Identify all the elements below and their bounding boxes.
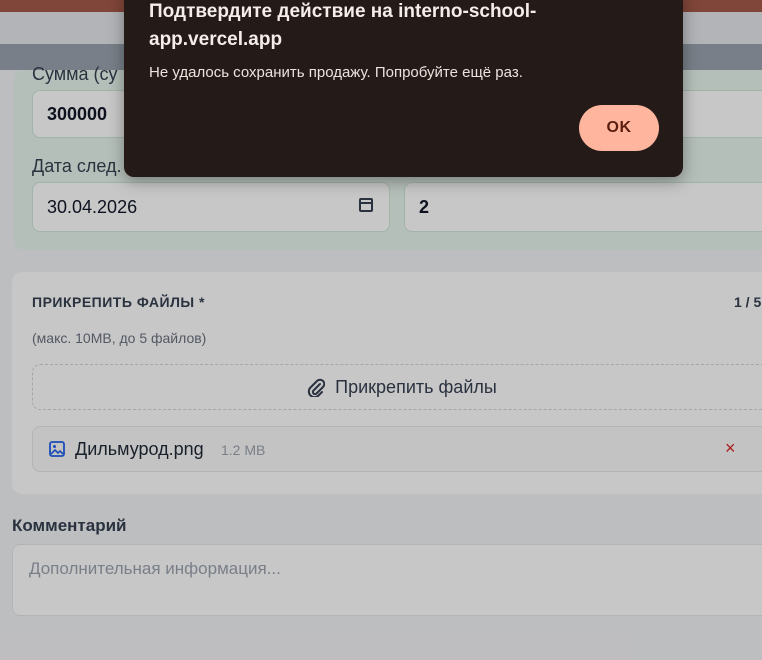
ok-button[interactable]: OK [579,105,659,151]
confirm-dialog: Подтвердите действие на interno-school-a… [124,0,683,177]
dialog-message: Не удалось сохранить продажу. Попробуйте… [149,64,523,81]
dialog-title: Подтвердите действие на interno-school-a… [149,1,537,50]
